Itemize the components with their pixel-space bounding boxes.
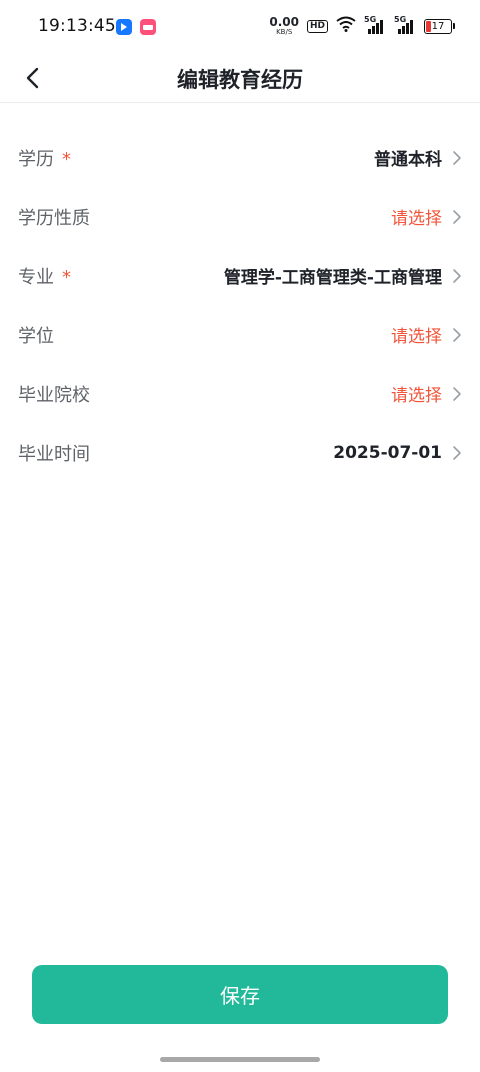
row-value: 请选择: [391, 327, 442, 347]
app-notification-icon: [116, 19, 132, 35]
status-icons: 0.00 KB/S HD 5G 5G 17: [269, 15, 455, 36]
signal-icon: 5G: [364, 15, 386, 34]
app-notification-icon: [140, 19, 156, 35]
network-speed-unit: KB/S: [276, 28, 293, 36]
battery-level: 17: [431, 20, 445, 32]
hd-icon: HD: [306, 19, 328, 33]
network-type-label: 5G: [364, 15, 377, 24]
row-label: 毕业时间: [18, 443, 90, 465]
row-value: 请选择: [391, 386, 442, 406]
navigation-header: 编辑教育经历: [0, 54, 480, 103]
education-type-row[interactable]: 学历性质 请选择: [0, 187, 480, 246]
required-mark: *: [62, 148, 71, 170]
chevron-right-icon: [453, 209, 461, 224]
home-indicator[interactable]: [160, 1057, 320, 1062]
battery-icon: 17: [424, 18, 455, 34]
row-value: 管理学-工商管理类-工商管理: [223, 268, 442, 288]
status-time: 19:13:45: [38, 16, 116, 36]
network-speed-value: 0.00: [269, 15, 299, 29]
required-mark: *: [62, 266, 71, 288]
degree-row[interactable]: 学位 请选择: [0, 305, 480, 364]
chevron-right-icon: [453, 327, 461, 342]
chevron-right-icon: [453, 445, 461, 460]
network-speed: 0.00 KB/S: [269, 16, 299, 36]
row-label: 毕业院校: [18, 384, 90, 406]
row-label: 学位: [18, 325, 54, 347]
signal-icon: 5G: [394, 15, 416, 34]
row-value: 普通本科: [374, 150, 442, 170]
chevron-right-icon: [453, 150, 461, 165]
row-label: 学历性质: [18, 207, 90, 229]
education-form: 学历 * 普通本科 学历性质 请选择 专业 * 管理学-工商管理类-工商管理 学位 …: [0, 128, 480, 482]
row-label: 学历 *: [18, 148, 71, 170]
row-label: 专业 *: [18, 266, 71, 288]
major-row[interactable]: 专业 * 管理学-工商管理类-工商管理: [0, 246, 480, 305]
row-value: 请选择: [391, 209, 442, 229]
education-level-row[interactable]: 学历 * 普通本科: [0, 128, 480, 187]
chevron-right-icon: [453, 386, 461, 401]
save-button[interactable]: 保存: [32, 965, 448, 1024]
graduation-date-row[interactable]: 毕业时间 2025-07-01: [0, 423, 480, 482]
row-value: 2025-07-01: [333, 442, 442, 463]
status-bar: 19:13:45 0.00 KB/S HD 5G 5G 17: [0, 0, 480, 54]
page-title: 编辑教育经历: [177, 68, 303, 92]
network-type-label: 5G: [394, 15, 407, 24]
wifi-icon: [336, 16, 356, 36]
school-row[interactable]: 毕业院校 请选择: [0, 364, 480, 423]
chevron-right-icon: [453, 268, 461, 283]
